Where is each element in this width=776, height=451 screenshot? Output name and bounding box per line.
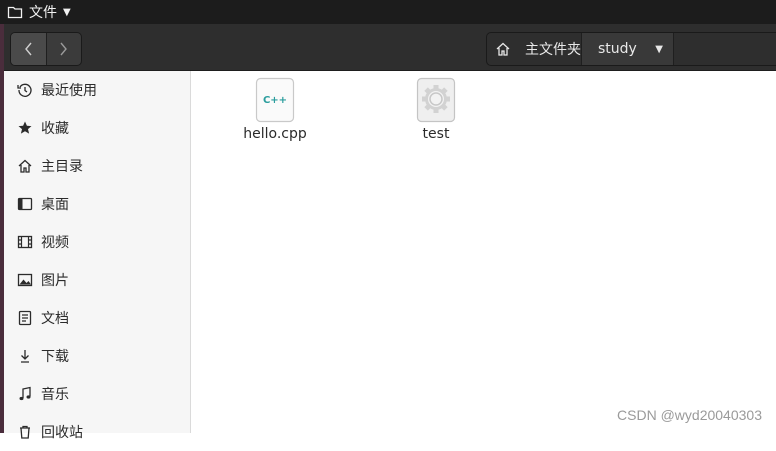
- home-icon: [17, 158, 33, 174]
- sidebar-item-desktop[interactable]: 桌面: [4, 185, 190, 223]
- desktop-icon: [17, 196, 33, 212]
- sidebar-item-label: 最近使用: [41, 83, 97, 99]
- watermark: CSDN @wyd20040303: [617, 407, 762, 423]
- history-nav: [10, 32, 82, 66]
- picture-icon: [17, 272, 33, 288]
- file-name: test: [422, 126, 450, 142]
- app-menu-label[interactable]: 文件: [29, 2, 57, 22]
- file-item[interactable]: C++ hello.cpp: [230, 77, 320, 142]
- sidebar-item-label: 收藏: [41, 121, 69, 137]
- path-home-button[interactable]: 主文件夹: [487, 33, 582, 65]
- folder-icon: [7, 4, 23, 20]
- forward-button[interactable]: [45, 33, 82, 65]
- film-icon: [17, 234, 33, 250]
- sidebar-item-starred[interactable]: 收藏: [4, 109, 190, 147]
- cpp-file-icon-text: C++: [263, 95, 287, 106]
- sidebar-item-pictures[interactable]: 图片: [4, 261, 190, 299]
- sidebar-item-trash[interactable]: 回收站: [4, 413, 190, 451]
- sidebar-item-label: 桌面: [41, 197, 69, 213]
- sidebar-item-label: 回收站: [41, 425, 83, 441]
- path-home-label: 主文件夹: [525, 42, 581, 58]
- file-name: hello.cpp: [243, 126, 307, 142]
- sidebar-item-recent[interactable]: 最近使用: [4, 71, 190, 109]
- clock-icon: [17, 82, 33, 98]
- trash-icon: [17, 424, 33, 440]
- path-current-label: study: [598, 41, 637, 57]
- sidebar-item-label: 下载: [41, 349, 69, 365]
- sidebar-item-videos[interactable]: 视频: [4, 223, 190, 261]
- sidebar-item-downloads[interactable]: 下载: [4, 337, 190, 375]
- sidebar-item-label: 文档: [41, 311, 69, 327]
- star-icon: [17, 120, 33, 136]
- file-item[interactable]: test: [391, 77, 481, 142]
- sidebar-item-music[interactable]: 音乐: [4, 375, 190, 413]
- document-icon: [17, 310, 33, 326]
- executable-gear-icon: [416, 77, 456, 123]
- sidebar-item-label: 图片: [41, 273, 69, 289]
- path-bar: 主文件夹 study ▼: [486, 32, 776, 66]
- sidebar-item-label: 主目录: [41, 159, 83, 175]
- sidebar-item-documents[interactable]: 文档: [4, 299, 190, 337]
- top-bar: 文件 ▼: [0, 0, 776, 24]
- chevron-down-icon[interactable]: ▼: [655, 44, 663, 55]
- sidebar-item-label: 音乐: [41, 387, 69, 403]
- back-button[interactable]: [11, 33, 46, 65]
- home-icon: [495, 41, 511, 57]
- sidebar-item-label: 视频: [41, 235, 69, 251]
- app-menu-caret-icon[interactable]: ▼: [63, 7, 71, 18]
- download-icon: [17, 348, 33, 364]
- cpp-file-icon: C++: [255, 77, 295, 123]
- path-current-button[interactable]: study ▼: [582, 33, 674, 65]
- sidebar-item-home[interactable]: 主目录: [4, 147, 190, 185]
- sidebar: 最近使用 收藏 主目录 桌面 视频 图片 文档 下载 音乐 回收站: [4, 71, 191, 441]
- music-icon: [17, 386, 33, 402]
- file-view: C++ hello.cpp test: [191, 71, 776, 433]
